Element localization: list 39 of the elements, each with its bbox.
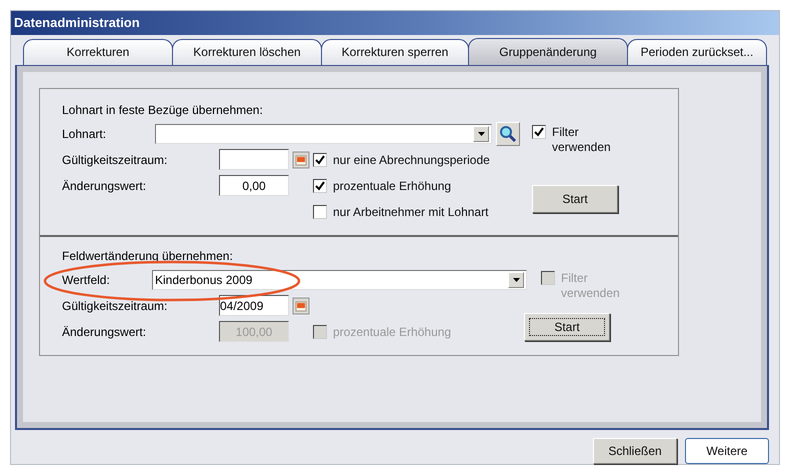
checkbox-label: prozentuale Erhöhung (333, 324, 452, 339)
checkbox[interactable] (313, 152, 327, 167)
checkbox-label: Filter verwenden (552, 124, 612, 155)
date-input[interactable] (219, 149, 289, 170)
checkbox-label: nur Arbeitnehmer mit Lohnart (333, 204, 488, 219)
field-label: Wertfeld: (62, 272, 111, 287)
search-button[interactable] (496, 122, 520, 146)
search-icon (499, 124, 517, 143)
checkbox-label: prozentuale Erhöhung (333, 178, 452, 193)
checkbox[interactable] (532, 124, 546, 139)
tab[interactable]: Korrekturen sperren (321, 38, 469, 65)
field-label: Änderungswert: (62, 178, 148, 193)
dialog-button[interactable]: Schließen (593, 438, 677, 464)
tab[interactable]: Gruppenänderung (468, 38, 628, 65)
dropdown-field[interactable] (155, 124, 492, 144)
checkbox-label: Filter verwenden (561, 270, 621, 301)
tab[interactable]: Korrekturen (23, 38, 173, 65)
check-icon (534, 126, 544, 137)
date-input[interactable]: 04/2009 (219, 295, 289, 316)
checkbox[interactable] (313, 178, 327, 193)
field-label: Lohnart: (62, 126, 108, 141)
tab[interactable]: Korrekturen löschen (172, 38, 322, 65)
section-heading: Feldwertänderung übernehmen: (62, 248, 234, 265)
window-title: Datenadministration (11, 11, 779, 35)
field-label: Änderungswert: (62, 324, 148, 339)
dialog-button[interactable]: Weitere (685, 438, 769, 464)
dropdown-field[interactable]: Kinderbonus 2009 (152, 270, 527, 290)
calendar-icon[interactable] (292, 296, 310, 315)
field-label: Gültigkeitszeitraum: (62, 152, 168, 167)
field-label: Gültigkeitszeitraum: (62, 298, 168, 313)
section-heading: Lohnart in feste Bezüge übernehmen: (62, 102, 264, 119)
tab[interactable]: Perioden zurückset... (627, 38, 767, 65)
checkbox-label: nur eine Abrechnungsperiode (333, 152, 490, 167)
check-icon (315, 180, 325, 191)
start-button[interactable]: Start (532, 184, 618, 213)
checkbox[interactable] (313, 204, 327, 219)
start-button[interactable]: Start (524, 312, 610, 341)
check-icon (315, 154, 325, 165)
value-input[interactable]: 0,00 (219, 175, 289, 196)
